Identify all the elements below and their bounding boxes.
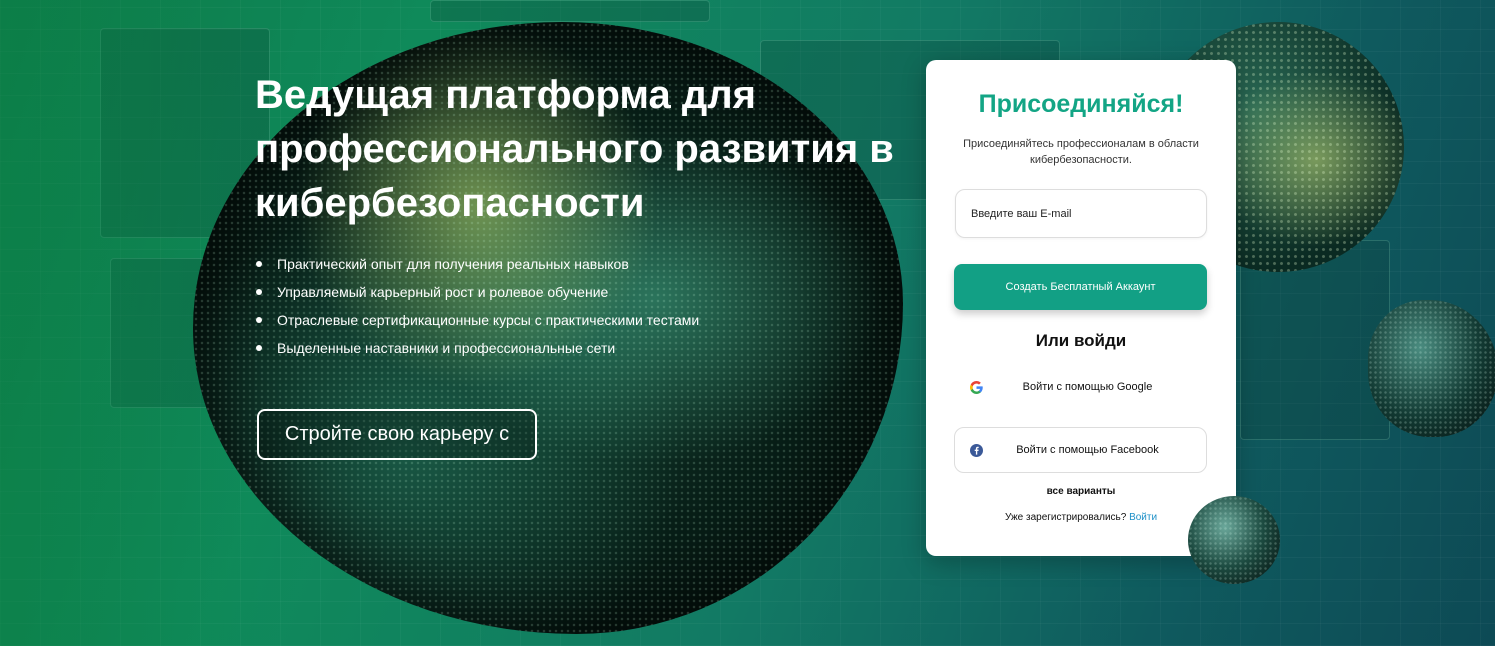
decorative-sphere-small [1188,496,1280,584]
facebook-login-label: Войти с помощью Facebook [1016,444,1159,456]
hero-section: Ведущая платформа для профессионального … [255,68,935,362]
background-panel [430,0,710,22]
hero-bullet-item: Отраслевые сертификационные курсы с прак… [255,306,935,334]
decorative-sphere-right [1368,300,1495,437]
hero-bullet-list: Практический опыт для получения реальных… [255,250,935,362]
google-login-button[interactable]: Войти с помощью Google [954,364,1207,410]
create-account-button[interactable]: Создать Бесплатный Аккаунт [954,264,1207,310]
hero-title: Ведущая платформа для профессионального … [255,73,894,225]
already-registered-label: Уже зарегистрировались? [1004,512,1127,523]
build-career-button[interactable]: Стройте свою карьеру с [257,409,537,460]
google-login-label: Войти с помощью Google [1022,381,1153,393]
or-login-heading: Или войди [1035,331,1127,350]
all-options-link[interactable]: все варианты [926,486,1236,497]
hero-bullet-item: Управляемый карьерный рост и ролевое обу… [255,278,935,306]
google-icon [969,380,983,394]
signup-title: Присоединяйся! [978,90,1184,118]
signup-card: Присоединяйся! Присоединяйтесь профессио… [926,60,1236,556]
hero-bullet-item: Выделенные наставники и профессиональные… [255,334,935,362]
facebook-login-button[interactable]: Войти с помощью Facebook [954,427,1207,473]
email-field[interactable] [955,189,1207,238]
already-registered-text: Уже зарегистрировались? Войти [926,512,1236,523]
facebook-icon [969,443,983,457]
login-link[interactable]: Войти [1129,512,1157,523]
signup-subtitle: Присоединяйтесь профессионалам в области… [963,138,1199,166]
hero-bullet-item: Практический опыт для получения реальных… [255,250,935,278]
